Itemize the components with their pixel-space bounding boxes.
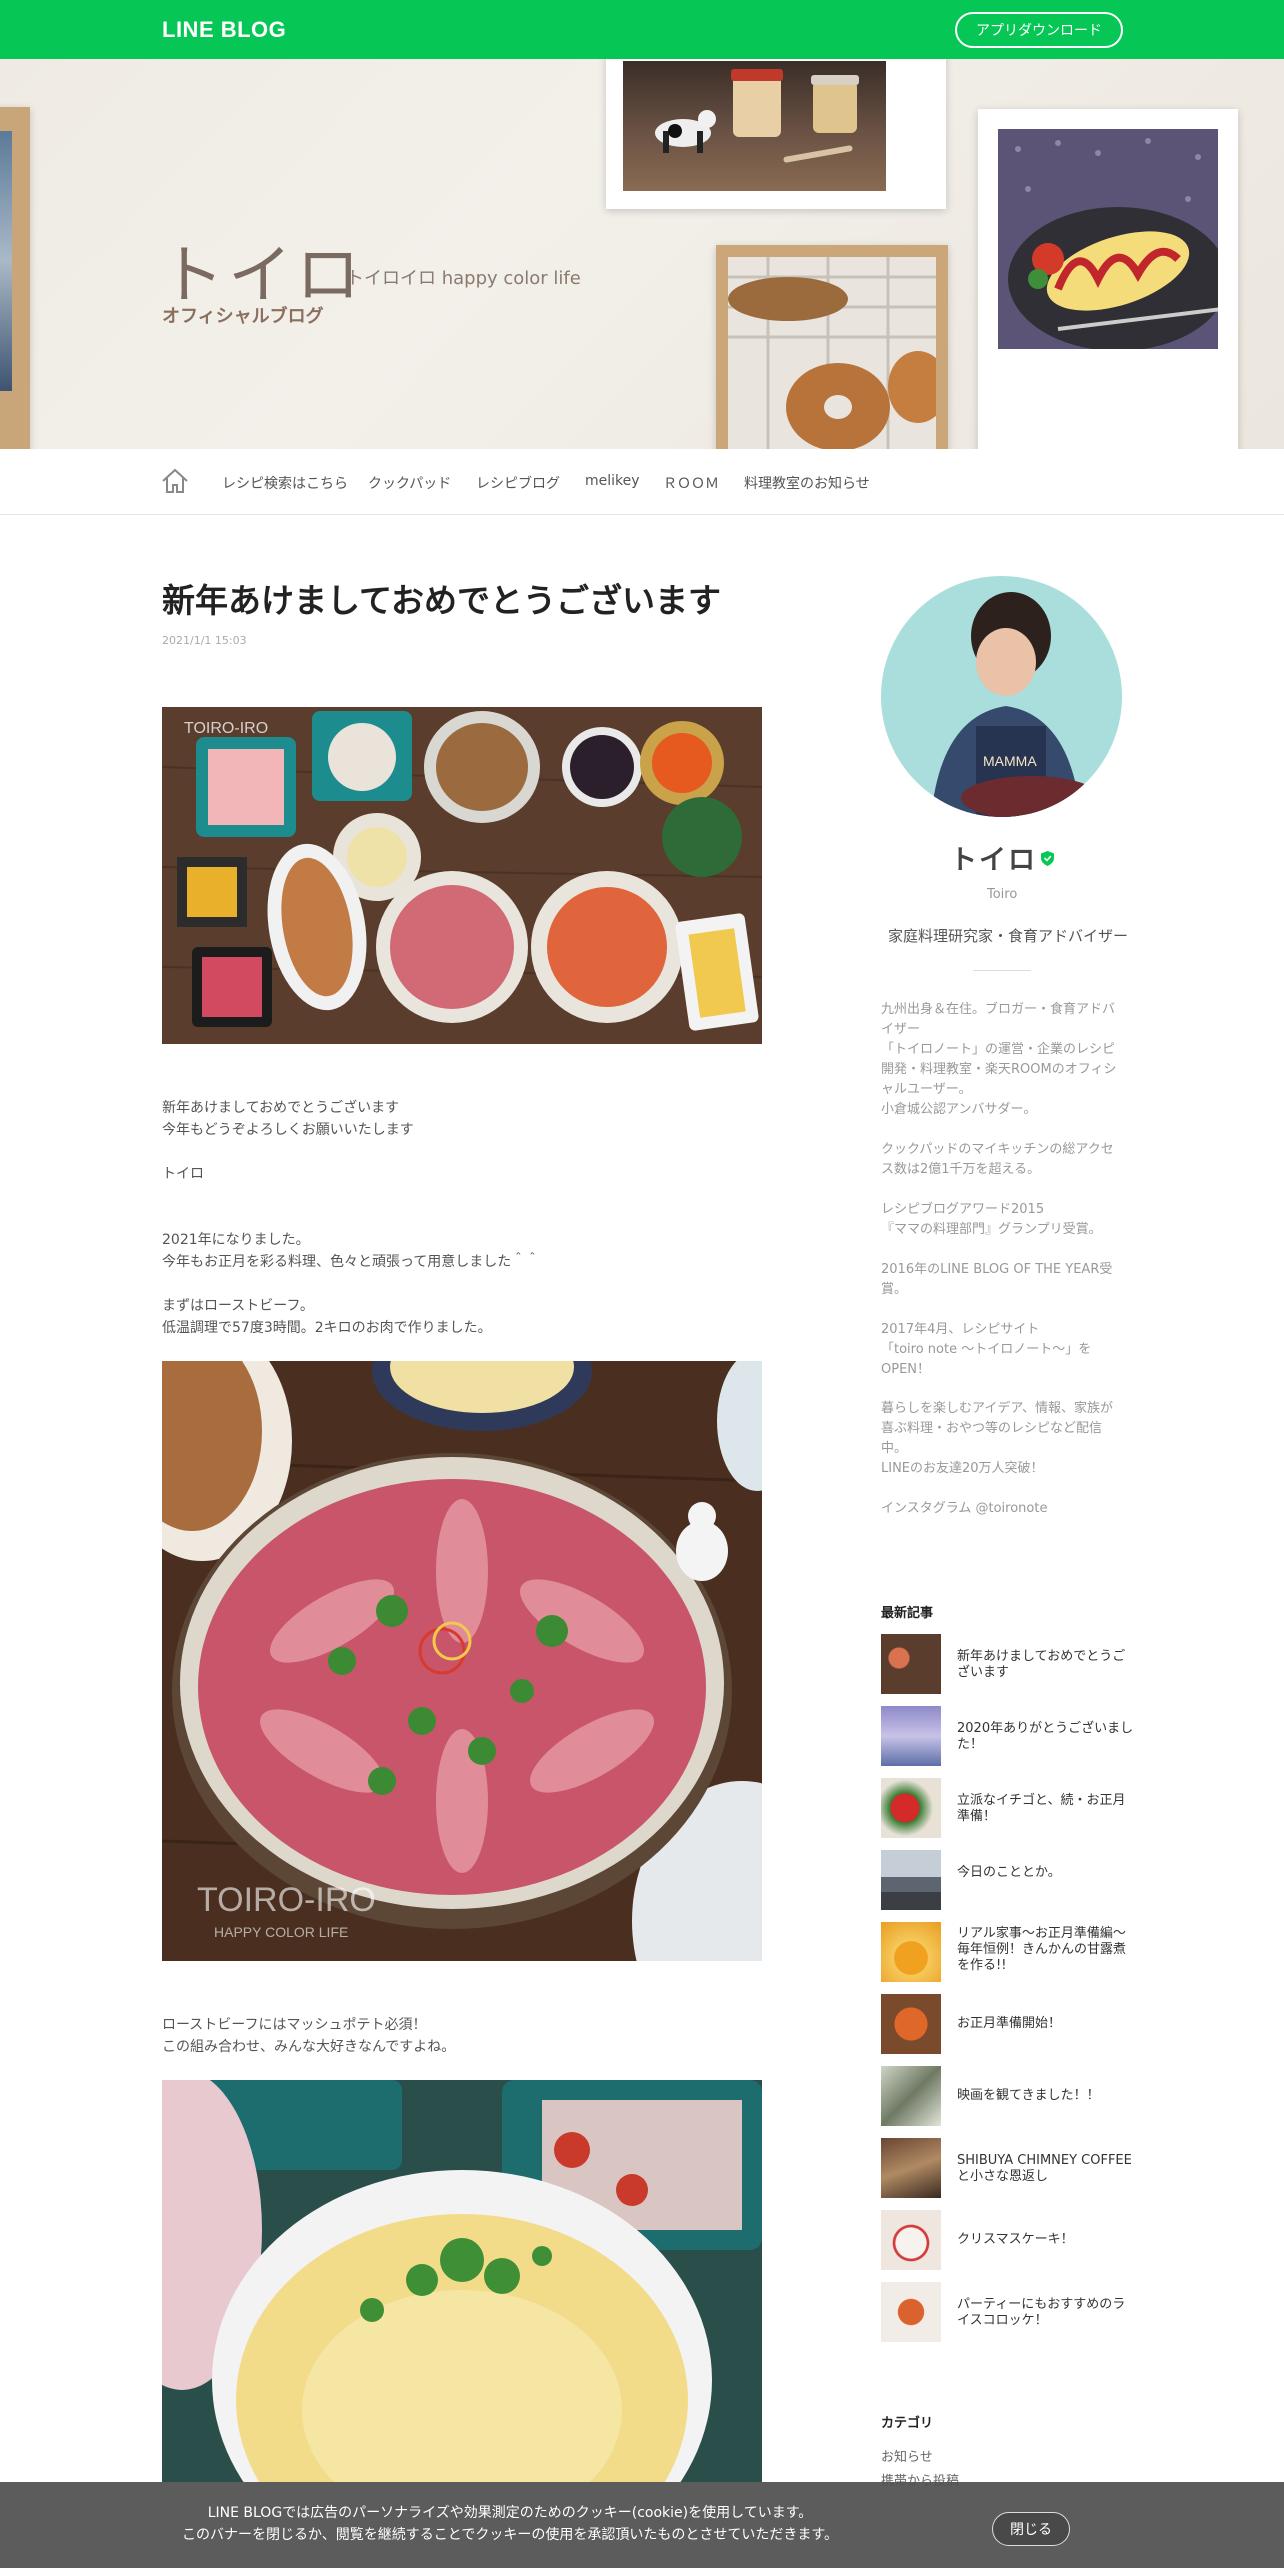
cookie-close-button[interactable]: 閉じる: [992, 2512, 1070, 2546]
nav-cookpad[interactable]: クックパッド: [368, 473, 451, 493]
home-icon[interactable]: [160, 467, 190, 495]
recent-post-item[interactable]: パーティーにもおすすめのラ イスコロッケ！: [881, 2282, 1126, 2342]
watermark-text: TOIRO-IRO: [184, 720, 268, 737]
recent-post-thumbnail: [881, 2066, 941, 2126]
mashed-potato-illustration: [162, 2080, 762, 2482]
recent-post-thumbnail: [881, 1706, 941, 1766]
profile-bio-3: レシピブログアワード2015 『ママの料理部門』グランプリ受賞。: [881, 1202, 1102, 1237]
watermark-text-large: TOIRO-IRO: [197, 1881, 376, 1919]
post-image-mashed-potato: [162, 2080, 762, 2482]
nav-melikey[interactable]: melikey: [585, 473, 640, 489]
nav-recipe-search[interactable]: レシピ検索はこちら: [222, 473, 348, 493]
app-download-button[interactable]: アプリダウンロード: [955, 12, 1123, 48]
hero-photo-omelette: [978, 109, 1238, 449]
roast-beef-illustration: TOIRO-IRO HAPPY COLOR LIFE: [162, 1361, 762, 1961]
recent-post-thumbnail: [881, 1634, 941, 1694]
category-link-news[interactable]: お知らせ: [881, 2446, 933, 2465]
profile-bio-6: 暮らしを楽しむアイデア、情報、家族が 喜ぶ料理・おやつ等のレシピなど配信 中。 …: [881, 1401, 1114, 1476]
recent-post-thumbnail: [881, 1994, 941, 2054]
recent-post-item[interactable]: SHIBUYA CHIMNEY COFFEE と小さな恩返し: [881, 2138, 1132, 2198]
profile-bio-1: 九州出身＆在住。ブロガー・食育アドバ イザー 「トイロノート」の運営・企業のレシ…: [881, 1002, 1117, 1117]
recent-post-item[interactable]: 立派なイチゴと、続・お正月 準備！: [881, 1778, 1126, 1838]
post-image-osechi: TOIRO-IRO: [162, 707, 762, 1044]
profile-photo-illustration: MAMMA: [881, 576, 1122, 817]
post-paragraph-3: ローストビーフにはマッシュポテト必須！ この組み合わせ、みんな大好きなんですよね…: [162, 2017, 456, 2055]
post-image-roast-beef: TOIRO-IRO HAPPY COLOR LIFE: [162, 1361, 762, 1961]
profile-bio-4: 2016年のLINE BLOG OF THE YEAR受 賞。: [881, 1262, 1113, 1297]
top-bar: LINE BLOG アプリダウンロード: [0, 0, 1284, 59]
profile-name[interactable]: トイロ: [950, 838, 1037, 877]
recent-post-item[interactable]: 2020年ありがとうございまし た！: [881, 1706, 1133, 1766]
profile-title: 家庭料理研究家・食育アドバイザー: [888, 927, 1129, 945]
svg-text:MAMMA: MAMMA: [983, 753, 1037, 769]
profile-avatar[interactable]: MAMMA: [881, 576, 1122, 817]
profile-roman-name: Toiro: [987, 887, 1018, 902]
recent-post-thumbnail: [881, 2282, 941, 2342]
nav-recipe-blog[interactable]: レシピブログ: [476, 473, 560, 493]
recent-post-item[interactable]: お正月準備開始！: [881, 1994, 1126, 2054]
recent-post-thumbnail: [881, 1850, 941, 1910]
recent-post-title[interactable]: 新年あけましておめでとうご ざいます: [957, 1649, 1127, 1681]
recent-post-item[interactable]: 新年あけましておめでとうご ざいます: [881, 1634, 1126, 1694]
recent-post-title[interactable]: パーティーにもおすすめのラ イスコロッケ！: [957, 2297, 1127, 2329]
recent-post-thumbnail: [881, 2138, 941, 2198]
cookie-banner-text: LINE BLOGでは広告のパーソナライズや効果測定のためのクッキー(cooki…: [182, 2505, 838, 2543]
jars-illustration: [655, 69, 859, 163]
recent-posts-heading: 最新記事: [881, 1606, 934, 1621]
hero-photo-left: [0, 107, 30, 449]
watermark-subtext: HAPPY COLOR LIFE: [214, 1924, 348, 1940]
cookie-banner: LINE BLOGでは広告のパーソナライズや効果測定のためのクッキー(cooki…: [0, 2482, 1284, 2568]
nav-room[interactable]: ＲＯＯＭ: [663, 473, 719, 493]
blog-header: トイロ トイロイロ happy color life オフィシャルブログ: [0, 59, 1284, 449]
recent-post-item[interactable]: 今日のこととか。: [881, 1850, 1126, 1910]
recent-post-thumbnail: [881, 1778, 941, 1838]
nav-cooking-class[interactable]: 料理教室のお知らせ: [744, 473, 870, 493]
profile-divider: [973, 970, 1031, 971]
page: LINE BLOG アプリダウンロード トイロ トイロイロ happy colo…: [0, 0, 1284, 2568]
recent-post-title[interactable]: 映画を観てきました！！: [957, 2088, 1127, 2104]
hero-photo-jars: [606, 59, 946, 209]
recent-post-title[interactable]: リアル家事〜お正月準備編〜 毎年恒例！きんかんの甘露煮 を作る!!: [957, 1926, 1127, 1974]
line-blog-logo[interactable]: LINE BLOG: [162, 17, 286, 43]
recent-post-thumbnail: [881, 2210, 941, 2270]
profile-bio-7: インスタグラム @toironote: [881, 1501, 1048, 1516]
post-paragraph-1: 新年あけましておめでとうございます 今年もどうぞよろしくお願いいたします トイロ: [162, 1100, 414, 1182]
hero-photo-bagels: [716, 245, 948, 449]
blog-nav: レシピ検索はこちら クックパッド レシピブログ melikey ＲＯＯＭ 料理教…: [0, 449, 1284, 515]
osechi-illustration: TOIRO-IRO: [162, 707, 762, 1044]
recent-post-title[interactable]: 2020年ありがとうございまし た！: [957, 1721, 1133, 1753]
recent-post-title[interactable]: クリスマスケーキ！: [957, 2232, 1127, 2248]
profile-bio-2: クックパッドのマイキッチンの総アクセ ス数は2億1千万を超える。: [881, 1142, 1114, 1177]
profile-bio-5: 2017年4月、レシピサイト 「toiro note 〜トイロノート〜」を OP…: [881, 1322, 1092, 1377]
bagels-illustration: [728, 257, 936, 449]
recent-post-title[interactable]: 今日のこととか。: [957, 1865, 1127, 1881]
recent-post-item[interactable]: クリスマスケーキ！: [881, 2210, 1126, 2270]
omelette-illustration: [998, 129, 1218, 349]
post-paragraph-2: 2021年になりました。 今年もお正月を彩る料理、色々と頑張って用意しました＾＾…: [162, 1232, 540, 1336]
hero-subtitle: トイロイロ happy color life: [346, 268, 581, 289]
recent-post-thumbnail: [881, 1922, 941, 1982]
categories-heading: カテゴリ: [881, 2416, 934, 2431]
recent-post-title[interactable]: お正月準備開始！: [957, 2016, 1127, 2032]
verified-badge-icon: [1041, 851, 1054, 866]
recent-post-title[interactable]: 立派なイチゴと、続・お正月 準備！: [957, 1793, 1127, 1825]
recent-post-item[interactable]: 映画を観てきました！！: [881, 2066, 1126, 2126]
post-title[interactable]: 新年あけましておめでとうございます: [162, 574, 721, 622]
recent-post-item[interactable]: リアル家事〜お正月準備編〜 毎年恒例！きんかんの甘露煮 を作る!!: [881, 1922, 1126, 1982]
hero-official-label: オフィシャルブログ: [162, 306, 324, 327]
post-date: 2021/1/1 15:03: [162, 634, 247, 647]
recent-post-title[interactable]: SHIBUYA CHIMNEY COFFEE と小さな恩返し: [957, 2153, 1132, 2185]
